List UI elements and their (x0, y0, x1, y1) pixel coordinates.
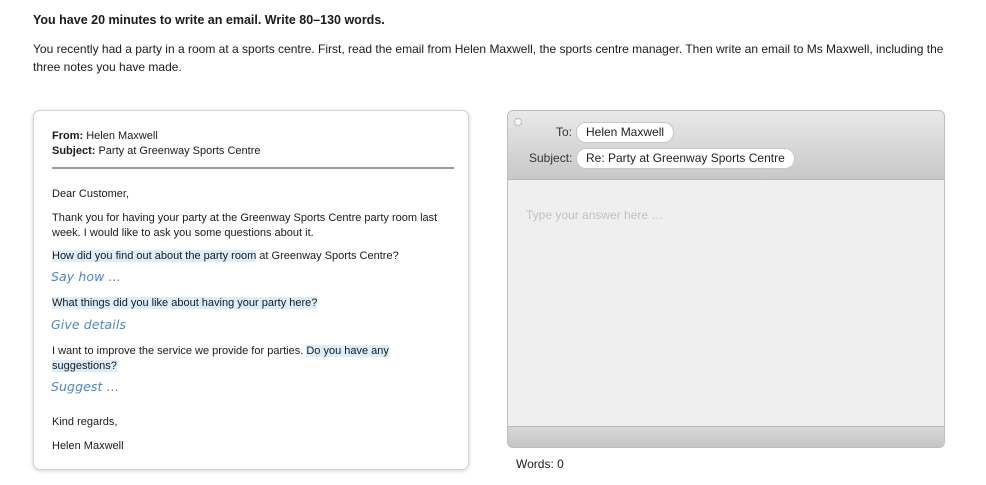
email-subject-label: Subject: (52, 144, 96, 157)
reply-subject-field: Re: Party at Greenway Sports Centre (576, 148, 795, 169)
reply-header: To: Helen Maxwell Subject: Re: Party at … (508, 111, 944, 180)
email-paragraph-1: Thank you for having your party at the G… (52, 212, 438, 239)
note-2: Give details (51, 317, 127, 332)
word-count: Words: 0 (516, 457, 564, 471)
word-count-value: 0 (557, 457, 564, 471)
window-close-dot[interactable] (514, 118, 522, 126)
email-greeting: Dear Customer, (52, 188, 130, 200)
question-1-highlight: How did you find out about the party roo… (52, 250, 257, 262)
email-signoff: Kind regards, (52, 416, 118, 428)
reply-to-field: Helen Maxwell (576, 122, 675, 143)
received-email-card: From: Helen Maxwell Subject: Party at Gr… (33, 110, 469, 470)
header-divider (52, 167, 454, 169)
instructions-title: You have 20 minutes to write an email. W… (33, 13, 385, 27)
email-question-2: What things did you like about having yo… (52, 296, 452, 311)
email-header: From: Helen Maxwell Subject: Party at Gr… (52, 129, 260, 158)
email-from-label: From: (52, 130, 84, 142)
question-3-plain: I want to improve the service we provide… (52, 345, 307, 357)
email-subject-line: Subject: Party at Greenway Sports Centre (52, 144, 260, 159)
word-count-label: Words: (516, 457, 554, 471)
reply-email-window: To: Helen Maxwell Subject: Re: Party at … (507, 110, 945, 448)
reply-footer-bar (508, 426, 944, 447)
question-2-highlight: What things did you like about having yo… (52, 297, 318, 309)
instructions-body: You recently had a party in a room at a … (33, 42, 944, 74)
note-1: Say how … (51, 269, 122, 284)
email-signature: Helen Maxwell (52, 440, 124, 452)
answer-textarea[interactable] (508, 180, 944, 427)
question-1-rest: at Greenway Sports Centre? (256, 250, 399, 262)
email-question-3: I want to improve the service we provide… (52, 344, 452, 373)
email-from-line: From: Helen Maxwell (52, 129, 260, 144)
email-question-1: How did you find out about the party roo… (52, 249, 452, 264)
email-from: Helen Maxwell (86, 130, 158, 142)
note-3: Suggest … (51, 379, 120, 394)
reply-subject-label: Subject: (529, 151, 573, 165)
reply-to-label: To: (556, 125, 573, 139)
email-subject: Party at Greenway Sports Centre (98, 144, 261, 157)
